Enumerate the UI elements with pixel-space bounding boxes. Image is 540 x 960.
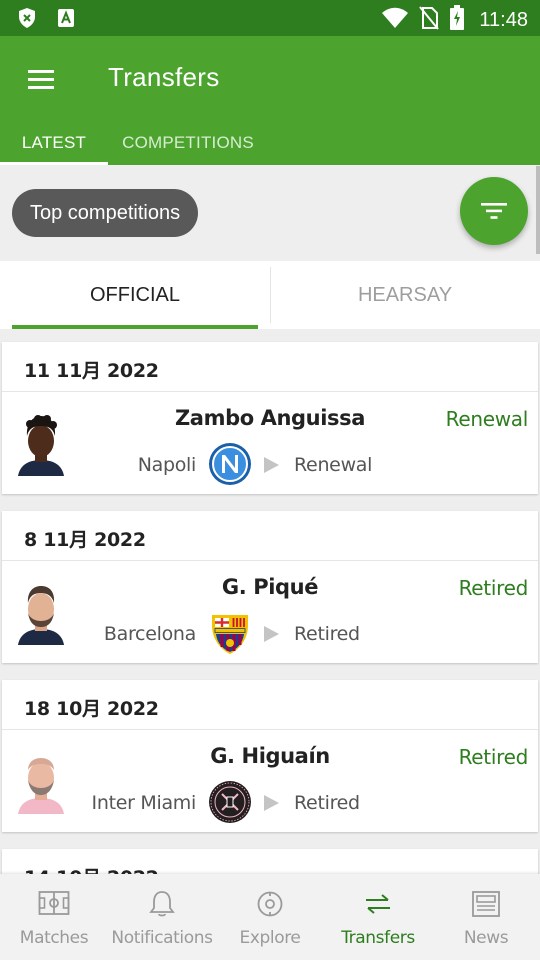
from-club: Napoli bbox=[137, 454, 197, 476]
divider bbox=[2, 560, 538, 561]
battery-charging-icon bbox=[449, 5, 465, 36]
filter-icon bbox=[481, 203, 507, 219]
transfer-date: 8 11月 2022 bbox=[24, 529, 146, 551]
shield-x-icon bbox=[16, 7, 38, 34]
tab-competitions[interactable]: COMPETITIONS bbox=[108, 122, 268, 165]
page-title: Transfers bbox=[108, 62, 220, 92]
nav-explore[interactable]: Explore bbox=[216, 874, 324, 960]
from-club: Inter Miami bbox=[91, 792, 197, 814]
clock: 11:48 bbox=[479, 9, 528, 31]
bottom-navigation: Matches Notifications Explore Transfers … bbox=[0, 874, 540, 960]
app-bar: Transfers LATEST COMPETITIONS bbox=[0, 36, 540, 165]
compass-icon bbox=[257, 891, 283, 917]
nav-label: Matches bbox=[19, 928, 89, 948]
nav-transfers[interactable]: Transfers bbox=[324, 874, 432, 960]
tab-hearsay[interactable]: HEARSAY bbox=[270, 261, 540, 329]
divider bbox=[2, 391, 538, 392]
nav-matches[interactable]: Matches bbox=[0, 874, 108, 960]
nav-label: Transfers bbox=[341, 928, 415, 948]
nav-notifications[interactable]: Notifications bbox=[108, 874, 216, 960]
transfer-date: 18 10月 2022 bbox=[24, 698, 159, 720]
player-avatar bbox=[18, 586, 64, 645]
menu-button[interactable] bbox=[26, 66, 58, 92]
no-sim-icon bbox=[419, 6, 440, 35]
transfer-destination: Retired bbox=[294, 623, 360, 645]
transfer-arrows-icon bbox=[366, 894, 390, 914]
divider bbox=[2, 729, 538, 730]
pitch-icon bbox=[38, 891, 70, 915]
top-competitions-chip[interactable]: Top competitions bbox=[12, 189, 199, 237]
arrow-right-icon bbox=[264, 457, 279, 473]
nav-news[interactable]: News bbox=[432, 874, 540, 960]
nav-label: Explore bbox=[239, 928, 301, 948]
transfer-destination: Renewal bbox=[294, 454, 373, 476]
selected-indicator bbox=[12, 325, 258, 329]
transfer-date: 11 11月 2022 bbox=[24, 360, 159, 382]
transfer-card[interactable]: 11 11月 2022 Zambo Anguissa Renewal Napol… bbox=[2, 342, 538, 494]
from-club: Barcelona bbox=[103, 623, 196, 645]
top-tabs: LATEST COMPETITIONS bbox=[0, 122, 540, 165]
transfer-type: Retired bbox=[458, 576, 529, 600]
transfer-card[interactable]: 8 11月 2022 G. Piqué Retired Barcelona Re… bbox=[2, 511, 538, 663]
nav-label: Notifications bbox=[111, 928, 213, 948]
barcelona-crest-icon bbox=[212, 615, 248, 654]
transfer-type: Renewal bbox=[445, 407, 529, 431]
transfer-destination: Retired bbox=[294, 792, 360, 814]
nav-label: News bbox=[463, 928, 509, 948]
app-a-icon bbox=[56, 7, 76, 34]
transfer-type: Retired bbox=[458, 745, 529, 769]
player-name: G. Higuaín bbox=[210, 744, 330, 768]
player-avatar bbox=[18, 415, 64, 476]
official-hearsay-toggle: OFFICIAL HEARSAY bbox=[0, 261, 540, 329]
tab-official[interactable]: OFFICIAL bbox=[0, 261, 270, 329]
transfer-card[interactable]: 18 10月 2022 G. Higuaín Retired Inter Mia… bbox=[2, 680, 538, 832]
player-avatar bbox=[18, 758, 64, 814]
filter-button[interactable] bbox=[460, 177, 528, 245]
napoli-crest-icon bbox=[209, 443, 251, 485]
wifi-icon bbox=[381, 7, 409, 34]
inter-miami-crest-icon bbox=[209, 781, 251, 823]
newspaper-icon bbox=[472, 891, 500, 917]
scrollbar[interactable] bbox=[536, 166, 540, 254]
player-name: Zambo Anguissa bbox=[174, 406, 365, 430]
arrow-right-icon bbox=[264, 795, 279, 811]
status-bar: 11:48 bbox=[0, 0, 540, 36]
bell-icon bbox=[149, 891, 175, 917]
player-name: G. Piqué bbox=[221, 575, 319, 599]
filter-area: Top competitions bbox=[0, 165, 540, 261]
arrow-right-icon bbox=[264, 626, 279, 642]
tab-latest[interactable]: LATEST bbox=[0, 122, 108, 165]
